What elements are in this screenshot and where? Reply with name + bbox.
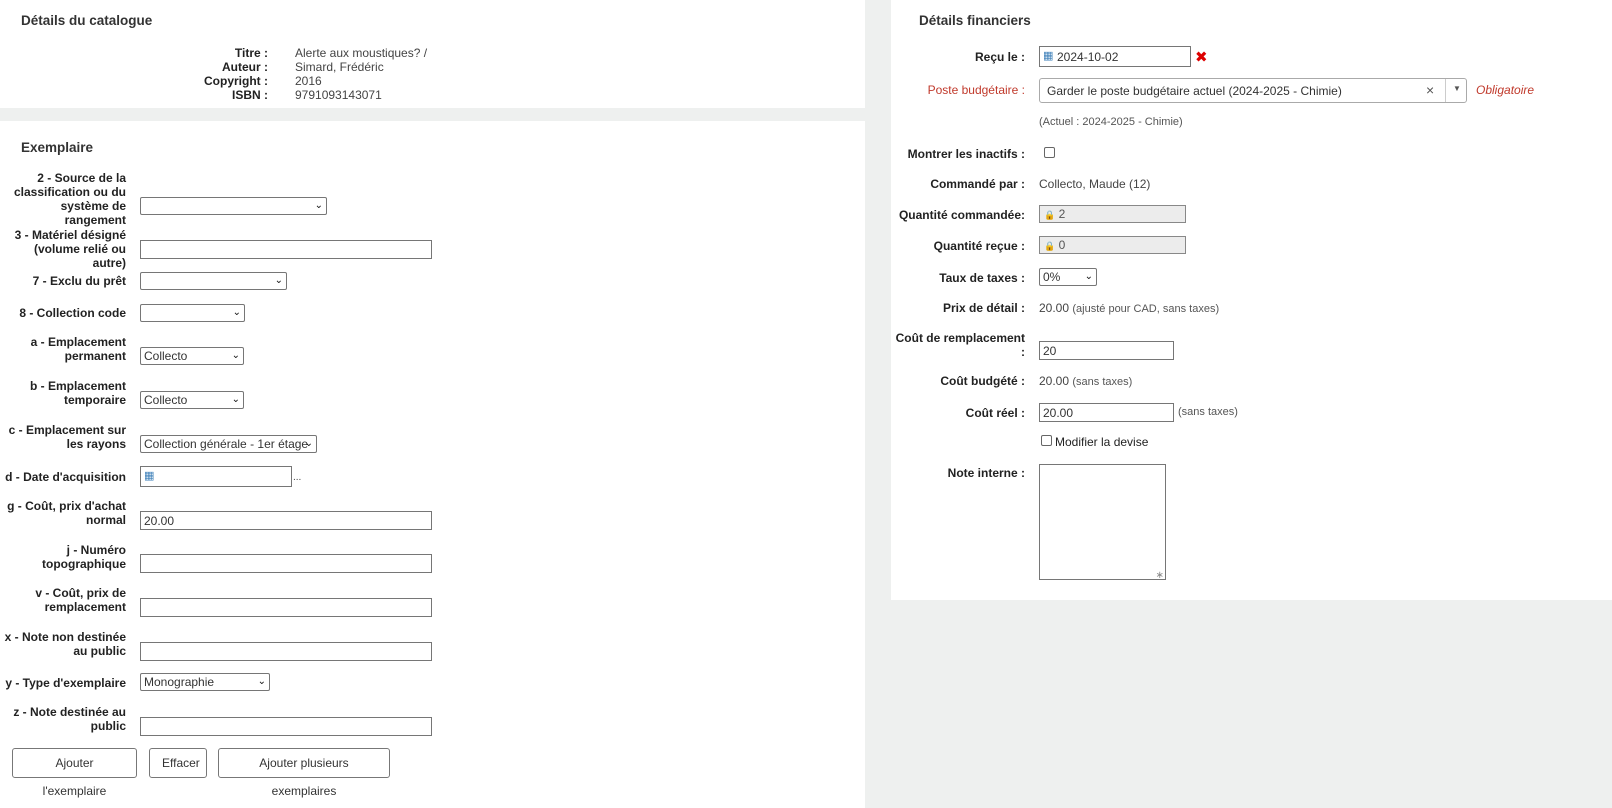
replacement-cost-input[interactable]	[1039, 341, 1174, 360]
isbn-value: 9791093143071	[295, 88, 382, 102]
public-note-label: z - Note destinée au public	[13, 705, 126, 733]
chevron-down-icon: ⌄	[274, 275, 283, 286]
homebranch-select[interactable]: Collecto ⌄	[140, 347, 244, 365]
fund-clear-icon[interactable]: ×	[1426, 82, 1434, 98]
acqdate-suffix: ...	[293, 472, 302, 483]
material-label: 3 - Matériel désigné (volume relié ou au…	[14, 228, 126, 270]
nonpublic-note-input[interactable]	[140, 642, 432, 661]
chevron-down-icon: ⌄	[257, 676, 266, 687]
replprice-input[interactable]	[140, 598, 432, 617]
lock-icon: 🔒	[1044, 210, 1056, 220]
fund-select[interactable]: Garder le poste budgétaire actuel (2024-…	[1039, 78, 1467, 103]
title-value: Alerte aux moustiques? /	[295, 46, 428, 60]
chevron-down-icon: ⌄	[314, 200, 323, 211]
change-currency-checkbox[interactable]	[1041, 435, 1052, 446]
location-select[interactable]: Collection générale - 1er étage ⌄	[140, 435, 317, 453]
ordered-by-value: Collecto, Maude (12)	[1039, 177, 1151, 191]
add-multiple-button[interactable]: Ajouter plusieurs exemplaires	[218, 748, 390, 798]
replacement-cost-label: Coût de remplacement :	[895, 331, 1025, 359]
chevron-down-icon: ⌄	[304, 438, 313, 449]
itype-label: y - Type d'exemplaire	[5, 676, 126, 690]
retail-price-value: 20.00 (ajusté pour CAD, sans taxes)	[1039, 301, 1220, 315]
author-value: Simard, Frédéric	[295, 60, 384, 74]
internal-note-textarea[interactable]: ∗	[1039, 464, 1166, 581]
notforloan-select[interactable]: ⌄	[140, 272, 287, 290]
show-inactive-checkbox[interactable]	[1044, 147, 1055, 158]
price-label: g - Coût, prix d'achat normal	[7, 499, 126, 527]
qty-ordered-label: Quantité commandée:	[898, 208, 1025, 222]
location-label: c - Emplacement sur les rayons	[8, 423, 126, 451]
acqdate-label: d - Date d'acquisition	[5, 470, 126, 484]
ccode-select[interactable]: ⌄	[140, 304, 245, 322]
material-input[interactable]	[140, 240, 432, 259]
clear-button[interactable]: Effacer	[149, 748, 207, 778]
chevron-down-icon[interactable]: ▼	[1453, 84, 1461, 93]
source-select[interactable]: ⌄	[140, 197, 327, 215]
actual-cost-label: Coût réel :	[965, 406, 1025, 420]
chevron-down-icon: ⌄	[231, 350, 240, 361]
change-currency-label: Modifier la devise	[1055, 435, 1149, 449]
qty-ordered-field: 🔒 2	[1039, 205, 1186, 223]
chevron-down-icon: ⌄	[231, 394, 240, 405]
notforloan-label: 7 - Exclu du prêt	[32, 274, 126, 288]
ccode-label: 8 - Collection code	[19, 306, 126, 320]
tax-select[interactable]: 0% ⌄	[1039, 268, 1097, 286]
calendar-icon[interactable]: ▦	[1043, 49, 1053, 62]
item-heading: Exemplaire	[21, 140, 94, 155]
holdingbranch-select[interactable]: Collecto ⌄	[140, 391, 244, 409]
actual-cost-input[interactable]	[1039, 403, 1174, 422]
received-date-input[interactable]	[1039, 46, 1191, 67]
isbn-label: ISBN :	[232, 88, 268, 102]
retail-price-label: Prix de détail :	[942, 301, 1025, 315]
chevron-down-icon: ⌄	[1084, 271, 1093, 282]
budgeted-cost-value: 20.00 (sans taxes)	[1039, 374, 1133, 388]
callnumber-input[interactable]	[140, 554, 432, 573]
received-label: Reçu le :	[974, 50, 1025, 64]
lock-icon: 🔒	[1044, 241, 1056, 251]
qty-received-label: Quantité reçue :	[933, 239, 1025, 253]
replprice-label: v - Coût, prix de remplacement	[35, 586, 126, 614]
ordered-by-label: Commandé par :	[930, 177, 1025, 191]
fund-required-text: Obligatoire	[1476, 83, 1535, 97]
show-inactive-label: Montrer les inactifs :	[907, 147, 1025, 161]
holdingbranch-label: b - Emplacement temporaire	[29, 379, 126, 407]
fund-current-text: (Actuel : 2024-2025 - Chimie)	[1039, 116, 1183, 128]
homebranch-label: a - Emplacement permanent	[30, 335, 126, 363]
item-panel	[0, 121, 865, 808]
budgeted-cost-label: Coût budgété :	[940, 374, 1025, 388]
actual-cost-note: (sans taxes)	[1178, 406, 1238, 418]
public-note-input[interactable]	[140, 717, 432, 736]
callnumber-label: j - Numéro topographique	[42, 543, 126, 571]
copyright-label: Copyright :	[204, 74, 268, 88]
add-item-button[interactable]: Ajouter l'exemplaire	[12, 748, 137, 798]
nonpublic-note-label: x - Note non destinée au public	[4, 630, 126, 658]
catalog-details-panel: Détails du catalogue Titre : Alerte aux …	[0, 0, 865, 108]
clear-date-icon[interactable]: ✖	[1195, 48, 1208, 66]
itype-select[interactable]: Monographie ⌄	[140, 673, 270, 691]
fund-divider	[1445, 79, 1446, 102]
qty-received-field: 🔒 0	[1039, 236, 1186, 254]
price-input[interactable]	[140, 511, 432, 530]
acqdate-input[interactable]	[140, 466, 292, 487]
chevron-down-icon: ⌄	[232, 307, 241, 318]
financial-heading: Détails financiers	[919, 13, 1031, 28]
author-label: Auteur :	[222, 60, 268, 74]
internal-note-label: Note interne :	[947, 466, 1025, 480]
catalog-heading: Détails du catalogue	[21, 13, 153, 28]
title-label: Titre :	[234, 46, 268, 60]
calendar-icon[interactable]: ▦	[144, 469, 154, 482]
copyright-value: 2016	[295, 74, 322, 88]
fund-label: Poste budgétaire :	[927, 83, 1025, 97]
source-label: 2 - Source de la classification ou du sy…	[13, 171, 126, 227]
fund-selected-value: Garder le poste budgétaire actuel (2024-…	[1047, 84, 1342, 98]
resize-handle-icon[interactable]: ∗	[1156, 570, 1164, 581]
tax-label: Taux de taxes :	[939, 271, 1025, 285]
